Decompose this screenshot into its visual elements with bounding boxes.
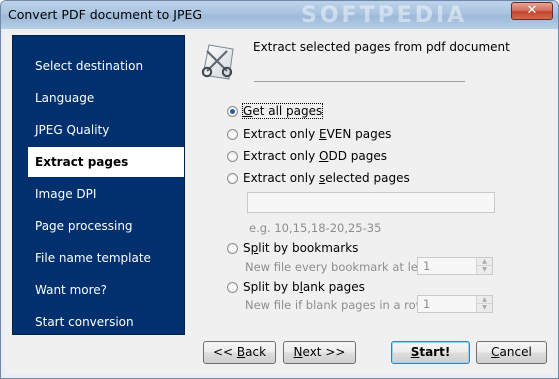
stepper-up-icon[interactable]: ▲ bbox=[477, 296, 492, 304]
blank-pages-value: 1 bbox=[423, 297, 431, 311]
stepper-arrows: ▲ ▼ bbox=[476, 258, 492, 274]
bookmark-level-label: New file every bookmark at level: bbox=[245, 260, 439, 274]
radio-split-blank[interactable]: Split by blank pages bbox=[227, 278, 365, 296]
wizard-body: Select destination Language JPEG Quality… bbox=[5, 29, 554, 374]
radio-button[interactable] bbox=[227, 128, 238, 140]
header-divider bbox=[254, 81, 465, 82]
stepper-up-icon[interactable]: ▲ bbox=[477, 258, 492, 266]
radio-label-selected: Extract only selected pages bbox=[243, 171, 410, 185]
sidebar-item-select-destination[interactable]: Select destination bbox=[13, 51, 184, 81]
blank-pages-stepper[interactable]: 1 ▲ ▼ bbox=[417, 295, 493, 313]
back-button[interactable]: << Back bbox=[203, 341, 276, 364]
radio-button[interactable] bbox=[227, 242, 238, 254]
radio-button[interactable] bbox=[227, 281, 238, 293]
sidebar-item-page-processing[interactable]: Page processing bbox=[13, 211, 184, 241]
watermark: SOFTPEDIA bbox=[301, 3, 468, 28]
radio-get-all-pages[interactable]: Get all pages bbox=[227, 102, 324, 120]
title-bar[interactable]: Convert PDF document to JPEG SOFTPEDIA ✕ bbox=[1, 1, 558, 29]
sidebar-item-start-conversion[interactable]: Start conversion bbox=[13, 307, 184, 337]
close-button[interactable]: ✕ bbox=[511, 2, 553, 20]
page-heading: Extract selected pages from pdf document bbox=[253, 40, 510, 54]
radio-extract-odd[interactable]: Extract only ODD pages bbox=[227, 147, 387, 165]
stepper-down-icon[interactable]: ▼ bbox=[477, 304, 492, 312]
radio-label-odd: Extract only ODD pages bbox=[243, 149, 387, 163]
radio-label-get-all-pages: Get all pages bbox=[241, 103, 324, 119]
sidebar-item-jpeg-quality[interactable]: JPEG Quality bbox=[13, 115, 184, 145]
window-title: Convert PDF document to JPEG bbox=[8, 7, 203, 22]
radio-label-split-blank: Split by blank pages bbox=[243, 280, 365, 294]
radio-extract-selected[interactable]: Extract only selected pages bbox=[227, 169, 410, 187]
pages-example-hint: e.g. 10,15,18-20,25-35 bbox=[249, 221, 382, 235]
radio-button[interactable] bbox=[227, 172, 238, 184]
sidebar-item-language[interactable]: Language bbox=[13, 83, 184, 113]
sidebar-item-extract-pages[interactable]: Extract pages bbox=[28, 147, 184, 177]
radio-button-checked[interactable] bbox=[227, 105, 238, 117]
sidebar: Select destination Language JPEG Quality… bbox=[12, 35, 185, 335]
next-button[interactable]: Next >> bbox=[283, 341, 356, 364]
cancel-button[interactable]: Cancel bbox=[476, 341, 547, 364]
start-button[interactable]: Start! bbox=[391, 341, 470, 364]
app-window: Convert PDF document to JPEG SOFTPEDIA ✕… bbox=[0, 0, 559, 379]
bookmark-level-stepper[interactable]: 1 ▲ ▼ bbox=[417, 257, 493, 275]
radio-button[interactable] bbox=[227, 150, 238, 162]
radio-label-even: Extract only EVEN pages bbox=[243, 127, 392, 141]
sidebar-item-want-more[interactable]: Want more? bbox=[13, 275, 184, 305]
selected-pages-input[interactable] bbox=[247, 192, 495, 213]
stepper-arrows: ▲ ▼ bbox=[476, 296, 492, 312]
scissors-icon bbox=[197, 41, 239, 83]
blank-pages-label: New file if blank pages in a row: bbox=[245, 298, 429, 312]
sidebar-item-file-name-template[interactable]: File name template bbox=[13, 243, 184, 273]
stepper-down-icon[interactable]: ▼ bbox=[477, 266, 492, 274]
close-icon: ✕ bbox=[526, 3, 538, 18]
radio-label-split-bookmarks: Split by bookmarks bbox=[243, 241, 359, 255]
radio-split-bookmarks[interactable]: Split by bookmarks bbox=[227, 239, 358, 257]
radio-extract-even[interactable]: Extract only EVEN pages bbox=[227, 125, 391, 143]
bookmark-level-value: 1 bbox=[423, 259, 431, 273]
sidebar-item-image-dpi[interactable]: Image DPI bbox=[13, 179, 184, 209]
